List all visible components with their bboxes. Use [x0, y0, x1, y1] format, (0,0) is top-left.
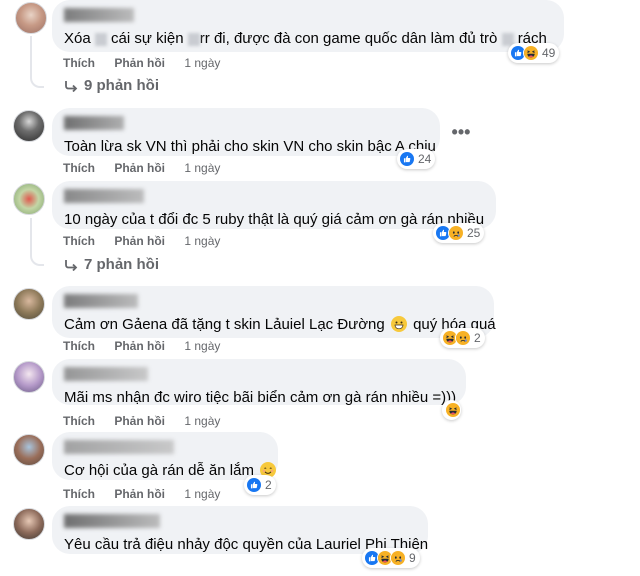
comment-bubble: Xóa cái sự kiện rr đi, được đà con game …	[52, 0, 564, 52]
reaction-count: 49	[542, 46, 556, 60]
comment-text: 10 ngày của t đổi đc 5 ruby thật là quý …	[64, 211, 485, 228]
comment-time[interactable]: 1 ngày	[184, 234, 220, 248]
avatar[interactable]	[13, 288, 45, 320]
reaction-count: 25	[467, 226, 481, 240]
comment-bubble: 10 ngày của t đổi đc 5 ruby thật là quý …	[52, 181, 496, 229]
comment-bubble: Cảm ơn Gảena đã tặng t skin Lảuiel Lạc Đ…	[52, 286, 496, 338]
like-icon	[246, 477, 262, 493]
reaction-summary[interactable]: 9	[362, 548, 420, 568]
comment-text: Xóa cái sự kiện rr đi, được đà con game …	[64, 30, 547, 47]
reply-button[interactable]: Phản hồi	[114, 487, 165, 501]
like-icon	[399, 151, 415, 167]
comment-actions: Thích Phản hồi 1 ngày	[63, 414, 236, 428]
like-button[interactable]: Thích	[63, 56, 95, 70]
comment-actions: Thích Phản hồi 1 ngày	[63, 339, 236, 353]
reaction-count: 24	[418, 152, 432, 166]
comment-time[interactable]: 1 ngày	[184, 56, 220, 70]
reaction-count: 2	[474, 331, 481, 345]
comment-author[interactable]	[64, 294, 138, 308]
avatar[interactable]	[13, 508, 45, 540]
thread-line	[30, 36, 32, 78]
sad-icon	[390, 550, 406, 566]
view-replies-button[interactable]: 9 phản hồi	[64, 77, 159, 94]
more-options-button[interactable]: •••	[447, 118, 475, 146]
replies-label: 9 phản hồi	[84, 77, 159, 94]
thread-curve	[30, 254, 44, 266]
like-button[interactable]: Thích	[63, 487, 95, 501]
avatar[interactable]	[13, 110, 45, 142]
comment-time[interactable]: 1 ngày	[184, 414, 220, 428]
grin-emoji	[391, 316, 407, 332]
view-replies-button[interactable]: 7 phản hồi	[64, 256, 159, 273]
like-button[interactable]: Thích	[63, 414, 95, 428]
like-button[interactable]: Thích	[63, 234, 95, 248]
avatar[interactable]	[13, 361, 45, 393]
haha-icon	[523, 45, 539, 61]
redacted-mark	[94, 32, 107, 46]
reaction-count: 9	[409, 551, 416, 565]
comment-actions: Thích Phản hồi 1 ngày	[63, 487, 236, 501]
redacted-mark	[187, 32, 200, 46]
reaction-summary[interactable]: 25	[433, 223, 485, 243]
comment-bubble: Yêu cầu trả điệu nhảy độc quyền của Laur…	[52, 506, 428, 554]
reply-arrow-icon	[65, 259, 78, 271]
comment-author[interactable]	[64, 514, 160, 528]
reply-button[interactable]: Phản hồi	[114, 339, 165, 353]
comment-time[interactable]: 1 ngày	[184, 161, 220, 175]
comment-bubble: Cơ hội của gà rán dễ ăn lắm	[52, 432, 278, 480]
avatar[interactable]	[13, 434, 45, 466]
comment-author[interactable]	[64, 189, 144, 203]
sad-icon	[448, 225, 464, 241]
avatar[interactable]	[13, 183, 45, 215]
haha-icon	[445, 402, 461, 418]
sad-icon	[455, 330, 471, 346]
reply-button[interactable]: Phản hồi	[114, 414, 165, 428]
reply-button[interactable]: Phản hồi	[114, 56, 165, 70]
avatar[interactable]	[15, 2, 47, 34]
reply-button[interactable]: Phản hồi	[114, 161, 165, 175]
comment-author[interactable]	[64, 440, 174, 454]
comment-text: Cảm ơn Gảena đã tặng t skin Lảuiel Lạc Đ…	[64, 316, 496, 333]
comment-bubble: Toàn lừa sk VN thì phải cho skin VN cho …	[52, 108, 440, 156]
comment-time[interactable]: 1 ngày	[184, 487, 220, 501]
reaction-summary[interactable]: 2	[440, 328, 485, 348]
reaction-summary[interactable]: 49	[508, 43, 560, 63]
reaction-summary[interactable]: 2	[244, 475, 276, 495]
comment-text: Cơ hội của gà rán dễ ăn lắm	[64, 461, 266, 481]
thread-curve	[30, 76, 44, 88]
reaction-summary[interactable]	[442, 400, 461, 420]
reply-arrow-icon	[65, 80, 78, 92]
like-button[interactable]: Thích	[63, 339, 95, 353]
comment-actions: Thích Phản hồi 1 ngày	[63, 56, 236, 70]
replies-label: 7 phản hồi	[84, 256, 159, 273]
comment-bubble: Mãi ms nhận đc wiro tiệc bãi biển cảm ơn…	[52, 359, 466, 406]
comment-actions: Thích Phản hồi 1 ngày	[63, 234, 236, 248]
comment-author[interactable]	[64, 367, 148, 381]
comment-text: Mãi ms nhận đc wiro tiệc bãi biển cảm ơn…	[64, 389, 457, 406]
comment-author[interactable]	[64, 116, 124, 130]
reaction-summary[interactable]: 24	[397, 149, 436, 169]
comment-author[interactable]	[64, 8, 134, 22]
reply-button[interactable]: Phản hồi	[114, 234, 165, 248]
thread-line	[30, 218, 32, 256]
like-button[interactable]: Thích	[63, 161, 95, 175]
reaction-count: 2	[265, 478, 272, 492]
comment-text: Toàn lừa sk VN thì phải cho skin VN cho …	[64, 138, 436, 155]
comment-actions: Thích Phản hồi 1 ngày	[63, 161, 236, 175]
comment-time[interactable]: 1 ngày	[184, 339, 220, 353]
